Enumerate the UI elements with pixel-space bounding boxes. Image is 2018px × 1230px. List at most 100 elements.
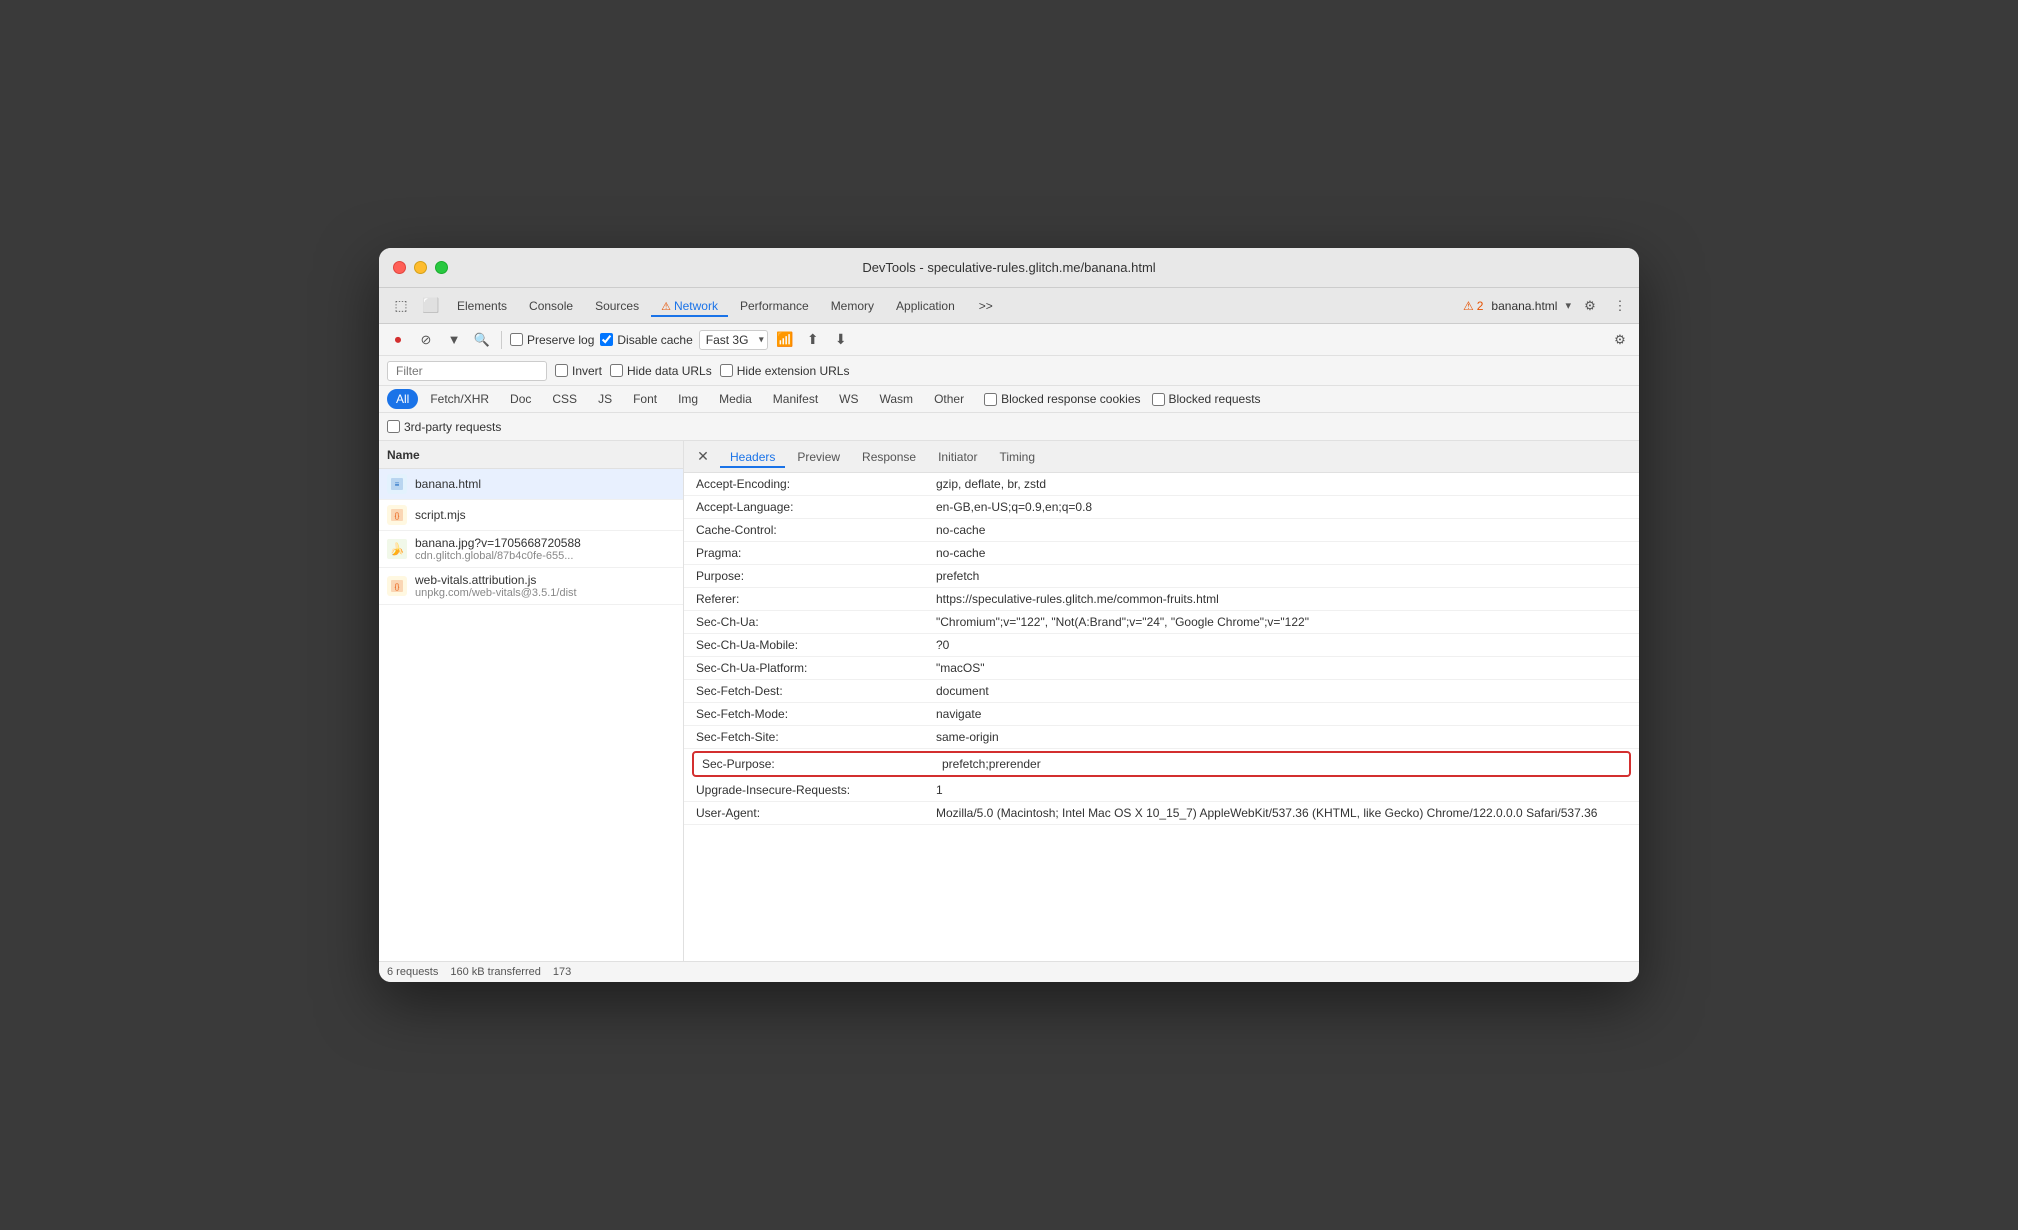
header-name: Referer:: [696, 592, 936, 606]
detail-tab-initiator[interactable]: Initiator: [928, 446, 987, 468]
header-name: Sec-Fetch-Mode:: [696, 707, 936, 721]
throttle-wrapper: Fast 3G: [699, 330, 768, 350]
more-options-icon[interactable]: ⋮: [1609, 295, 1631, 317]
file-item-banana-jpg[interactable]: 🍌 banana.jpg?v=1705668720588 cdn.glitch.…: [379, 531, 683, 568]
preserve-log-checkbox[interactable]: [510, 333, 523, 346]
invert-checkbox[interactable]: [555, 364, 568, 377]
titlebar: DevTools - speculative-rules.glitch.me/b…: [379, 248, 1639, 288]
clear-icon[interactable]: ⊘: [415, 329, 437, 351]
type-btn-all[interactable]: All: [387, 389, 418, 409]
network-condition-icon[interactable]: 📶: [774, 329, 796, 351]
hide-extension-urls-label[interactable]: Hide extension URLs: [720, 364, 850, 378]
preserve-log-label[interactable]: Preserve log: [510, 333, 594, 347]
file-icon-img: 🍌: [387, 539, 407, 559]
stop-recording-icon[interactable]: ⏺: [387, 329, 409, 351]
tab-console[interactable]: Console: [519, 295, 583, 317]
header-name: Sec-Purpose:: [702, 757, 942, 771]
settings-icon[interactable]: ⚙: [1579, 295, 1601, 317]
device-icon[interactable]: ⬜: [417, 292, 445, 320]
devtools-window: DevTools - speculative-rules.glitch.me/b…: [379, 248, 1639, 982]
type-btn-css[interactable]: CSS: [543, 389, 586, 409]
header-row: Accept-Encoding:gzip, deflate, br, zstd: [684, 473, 1639, 496]
maximize-button[interactable]: [435, 261, 448, 274]
detail-tab-response[interactable]: Response: [852, 446, 926, 468]
header-row: Sec-Ch-Ua-Mobile:?0: [684, 634, 1639, 657]
header-value: Mozilla/5.0 (Macintosh; Intel Mac OS X 1…: [936, 806, 1627, 820]
divider-1: [501, 331, 502, 349]
requests-count: 6 requests: [387, 966, 438, 978]
tab-network[interactable]: ⚠Network: [651, 295, 728, 317]
detail-panel: ✕ Headers Preview Response Initiator Tim…: [684, 441, 1639, 961]
type-btn-manifest[interactable]: Manifest: [764, 389, 827, 409]
header-row: Sec-Fetch-Mode:navigate: [684, 703, 1639, 726]
page-dropdown-icon[interactable]: ▾: [1565, 299, 1571, 312]
type-btn-font[interactable]: Font: [624, 389, 666, 409]
file-item-web-vitals[interactable]: {} web-vitals.attribution.js unpkg.com/w…: [379, 568, 683, 605]
header-row: Upgrade-Insecure-Requests:1: [684, 779, 1639, 802]
type-btn-media[interactable]: Media: [710, 389, 761, 409]
disable-cache-label[interactable]: Disable cache: [600, 333, 692, 347]
throttle-select[interactable]: Fast 3G: [699, 330, 768, 350]
hide-extension-urls-checkbox[interactable]: [720, 364, 733, 377]
header-value: no-cache: [936, 546, 1627, 560]
type-btn-ws[interactable]: WS: [830, 389, 867, 409]
blocked-requests-checkbox[interactable]: [1152, 393, 1165, 406]
tab-performance[interactable]: Performance: [730, 295, 819, 317]
file-name: script.mjs: [415, 508, 466, 522]
inspect-icon[interactable]: ⬚: [387, 292, 415, 320]
filter-input[interactable]: [387, 361, 547, 381]
window-title: DevTools - speculative-rules.glitch.me/b…: [862, 260, 1155, 275]
tab-memory[interactable]: Memory: [821, 295, 884, 317]
type-btn-wasm[interactable]: Wasm: [871, 389, 923, 409]
header-value: no-cache: [936, 523, 1627, 537]
third-party-checkbox[interactable]: [387, 420, 400, 433]
detail-tab-timing[interactable]: Timing: [989, 446, 1045, 468]
warning-icon: ⚠: [1463, 299, 1474, 313]
file-name-url: banana.jpg?v=1705668720588 cdn.glitch.gl…: [415, 536, 581, 562]
tab-sources[interactable]: Sources: [585, 295, 649, 317]
hide-data-urls-label[interactable]: Hide data URLs: [610, 364, 712, 378]
header-row: Sec-Fetch-Site:same-origin: [684, 726, 1639, 749]
third-party-label[interactable]: 3rd-party requests: [387, 420, 501, 434]
type-btn-js[interactable]: JS: [589, 389, 621, 409]
header-name: Upgrade-Insecure-Requests:: [696, 783, 936, 797]
file-item-script-mjs[interactable]: {} script.mjs: [379, 500, 683, 531]
blocked-requests-label[interactable]: Blocked requests: [1152, 392, 1261, 406]
file-list: Name ≡ banana.html {} script.mjs: [379, 441, 684, 961]
type-btn-other[interactable]: Other: [925, 389, 973, 409]
header-value: "Chromium";v="122", "Not(A:Brand";v="24"…: [936, 615, 1627, 629]
network-toolbar: ⏺ ⊘ ▼ 🔍 Preserve log Disable cache Fast …: [379, 324, 1639, 356]
type-btn-doc[interactable]: Doc: [501, 389, 540, 409]
network-settings-icon[interactable]: ⚙: [1609, 329, 1631, 351]
blocked-response-cookies-checkbox[interactable]: [984, 393, 997, 406]
blocked-response-cookies-label[interactable]: Blocked response cookies: [984, 392, 1140, 406]
filter-types-bar: All Fetch/XHR Doc CSS JS Font Img Media …: [379, 386, 1639, 413]
detail-tab-preview[interactable]: Preview: [787, 446, 850, 468]
more-tabs-button[interactable]: >>: [969, 295, 1003, 317]
type-btn-img[interactable]: Img: [669, 389, 707, 409]
hide-data-urls-checkbox[interactable]: [610, 364, 623, 377]
filter-icon[interactable]: ▼: [443, 329, 465, 351]
current-page-label: banana.html: [1491, 299, 1557, 313]
minimize-button[interactable]: [414, 261, 427, 274]
tab-elements[interactable]: Elements: [447, 295, 517, 317]
header-name: Sec-Ch-Ua-Platform:: [696, 661, 936, 675]
disable-cache-checkbox[interactable]: [600, 333, 613, 346]
detail-close-button[interactable]: ✕: [692, 446, 714, 468]
download-icon[interactable]: ⬇: [830, 329, 852, 351]
tab-application[interactable]: Application: [886, 295, 965, 317]
file-item-banana-html[interactable]: ≡ banana.html: [379, 469, 683, 500]
header-row: Sec-Ch-Ua-Platform:"macOS": [684, 657, 1639, 680]
header-name: Sec-Fetch-Site:: [696, 730, 936, 744]
header-value: https://speculative-rules.glitch.me/comm…: [936, 592, 1627, 606]
file-icon-js-2: {}: [387, 576, 407, 596]
search-icon[interactable]: 🔍: [471, 329, 493, 351]
invert-label[interactable]: Invert: [555, 364, 602, 378]
header-name: Accept-Encoding:: [696, 477, 936, 491]
type-btn-fetch-xhr[interactable]: Fetch/XHR: [421, 389, 498, 409]
close-button[interactable]: [393, 261, 406, 274]
header-value: ?0: [936, 638, 1627, 652]
header-row: Sec-Purpose:prefetch;prerender: [692, 751, 1631, 777]
detail-tab-headers[interactable]: Headers: [720, 446, 785, 468]
upload-icon[interactable]: ⬆: [802, 329, 824, 351]
